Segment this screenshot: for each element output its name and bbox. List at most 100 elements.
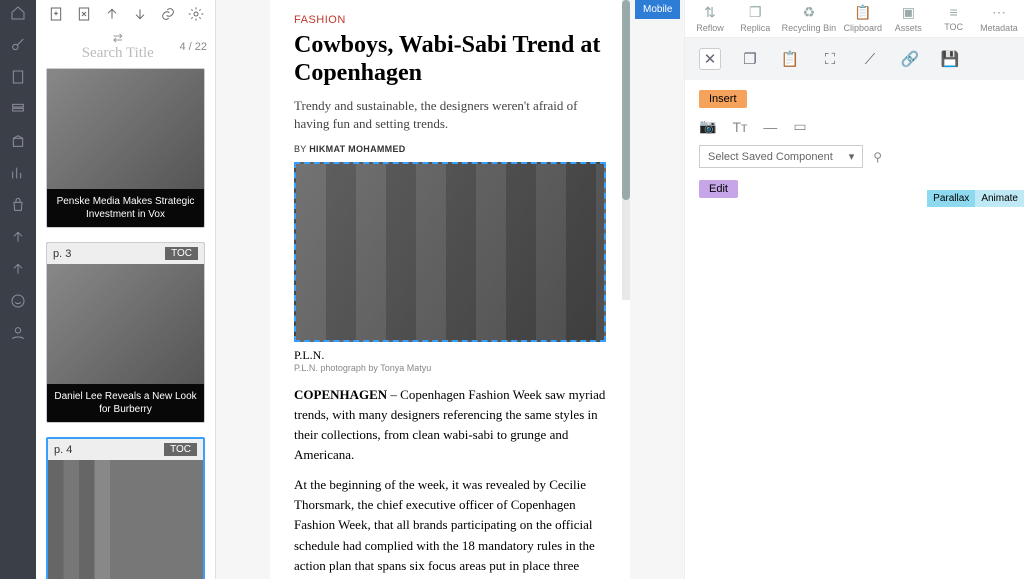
article-paragraph: COPENHAGEN – Copenhagen Fashion Week saw… bbox=[294, 385, 606, 466]
save-icon[interactable]: 💾 bbox=[939, 48, 961, 70]
thumbnail-card[interactable]: Penske Media Makes Strategic Investment … bbox=[46, 68, 205, 228]
byline-prefix: BY bbox=[294, 144, 309, 154]
article-hero-image[interactable] bbox=[294, 162, 606, 342]
delete-icon[interactable]: ✕ bbox=[699, 48, 721, 70]
divider-icon[interactable]: — bbox=[763, 119, 777, 135]
doc-icon[interactable] bbox=[9, 68, 27, 86]
link2-icon[interactable]: 🔗 bbox=[899, 48, 921, 70]
tool-label: Replica bbox=[740, 23, 770, 33]
replica-icon: ❐ bbox=[749, 4, 762, 21]
component-select[interactable]: Select Saved Component ▾ bbox=[699, 145, 863, 168]
copy-icon[interactable]: ❐ bbox=[739, 48, 761, 70]
article-paragraph: At the beginning of the week, it was rev… bbox=[294, 475, 606, 579]
select-icon[interactable]: ⛶ bbox=[819, 48, 841, 70]
clipboard-icon: 📋 bbox=[854, 4, 871, 21]
parallax-tab[interactable]: Parallax bbox=[927, 190, 975, 207]
article-preview-area: FASHION Cowboys, Wabi-Sabi Trend at Cope… bbox=[216, 0, 684, 579]
trash-icon: ♻ bbox=[803, 4, 816, 21]
search-row: ⇄ Search Title 4 / 22 bbox=[36, 31, 215, 68]
thumbnail-list[interactable]: Penske Media Makes Strategic Investment … bbox=[36, 68, 215, 579]
home-icon[interactable] bbox=[9, 4, 27, 22]
tool-label: Clipboard bbox=[843, 23, 882, 33]
tool-recycling[interactable]: ♻ Recycling Bin bbox=[782, 4, 837, 33]
upload2-icon[interactable] bbox=[9, 260, 27, 278]
insert-options: 📷 Tᴛ — ▭ bbox=[699, 118, 1010, 135]
key-icon[interactable] bbox=[9, 36, 27, 54]
tool-replica[interactable]: ❐ Replica bbox=[736, 4, 774, 33]
edit-chip[interactable]: Edit bbox=[699, 180, 738, 198]
scrollbar-thumb[interactable] bbox=[622, 0, 630, 200]
emoji-icon[interactable] bbox=[9, 292, 27, 310]
rect-icon[interactable]: ▭ bbox=[793, 118, 806, 135]
thumbnail-image bbox=[47, 69, 204, 189]
page-num: p. 3 bbox=[53, 248, 71, 260]
assets-icon: ▣ bbox=[902, 4, 915, 21]
tool-clipboard[interactable]: 📋 Clipboard bbox=[843, 4, 882, 33]
text-icon[interactable]: Tᴛ bbox=[732, 119, 747, 135]
thumbnail-card[interactable]: p. 3 TOC Daniel Lee Reveals a New Look f… bbox=[46, 242, 205, 423]
thumbnail-bar: p. 4 TOC bbox=[48, 439, 203, 460]
bag-icon[interactable] bbox=[9, 196, 27, 214]
camera-icon[interactable]: 📷 bbox=[699, 118, 716, 135]
article-kicker: FASHION bbox=[294, 14, 606, 26]
search-title-input[interactable]: Search Title bbox=[82, 45, 154, 61]
page-counter: 4 / 22 bbox=[179, 41, 207, 53]
chevron-down-icon: ▾ bbox=[849, 150, 855, 163]
toc-chip[interactable]: TOC bbox=[165, 247, 198, 260]
component-select-row: Select Saved Component ▾ ⚲ bbox=[699, 145, 1010, 168]
upload-icon[interactable] bbox=[9, 228, 27, 246]
article-headline: Cowboys, Wabi-Sabi Trend at Copenhagen bbox=[294, 32, 606, 87]
tool-reflow[interactable]: ⇅ Reflow bbox=[691, 4, 729, 33]
move-up-icon[interactable] bbox=[104, 6, 120, 25]
tool-metadata[interactable]: ⋯ Metadata bbox=[980, 4, 1018, 33]
image-credit: P.L.N. photograph by Tonya Matyu bbox=[294, 363, 606, 373]
box-icon[interactable] bbox=[9, 132, 27, 150]
thumbnail-bar: p. 3 TOC bbox=[47, 243, 204, 264]
filter-icon[interactable]: ⚲ bbox=[873, 150, 882, 164]
scrollbar-track[interactable] bbox=[622, 0, 630, 300]
page-num: p. 4 bbox=[54, 444, 72, 456]
stack-icon[interactable] bbox=[9, 100, 27, 118]
dateline: COPENHAGEN bbox=[294, 387, 387, 402]
top-tools-row: ⇅ Reflow ❐ Replica ♻ Recycling Bin 📋 Clipboa… bbox=[685, 0, 1024, 38]
user-icon[interactable] bbox=[9, 324, 27, 342]
tool-label: Assets bbox=[895, 23, 922, 33]
move-down-icon[interactable] bbox=[132, 6, 148, 25]
metadata-icon: ⋯ bbox=[992, 4, 1006, 21]
thumbs-toolbar bbox=[36, 0, 215, 31]
properties-panel: Mobile ⇅Reflow ❐Replica ♻Recycling Bin 📋… bbox=[684, 0, 1024, 579]
thumbnail-caption: Daniel Lee Reveals a New Look for Burber… bbox=[47, 384, 204, 422]
tool-assets[interactable]: ▣ Assets bbox=[889, 4, 927, 33]
thumbnail-image bbox=[47, 264, 204, 384]
toc-chip[interactable]: TOC bbox=[164, 443, 197, 456]
chart-icon[interactable] bbox=[9, 164, 27, 182]
select-label: Select Saved Component bbox=[708, 151, 833, 163]
tool-label: Metadata bbox=[980, 23, 1018, 33]
parallax-animate-toggle[interactable]: Parallax Animate bbox=[927, 190, 1024, 207]
paste-icon[interactable]: 📋 bbox=[779, 48, 801, 70]
tool-label: Recycling Bin bbox=[782, 23, 837, 33]
thumbnail-card-active[interactable]: p. 4 TOC bbox=[46, 437, 205, 579]
tool-label: TOC bbox=[944, 22, 963, 32]
tool-toc[interactable]: ≡ TOC bbox=[935, 4, 973, 33]
link-icon[interactable] bbox=[160, 6, 176, 25]
byline-author: HIKMAT MOHAMMED bbox=[309, 144, 405, 154]
toc-icon: ≡ bbox=[950, 4, 958, 20]
reflow-icon: ⇅ bbox=[704, 4, 716, 21]
thumbnail-image bbox=[48, 460, 203, 579]
new-page-icon[interactable] bbox=[48, 6, 64, 25]
article-byline: BY HIKMAT MOHAMMED bbox=[294, 144, 606, 154]
hide-icon[interactable]: ⟋ bbox=[859, 48, 881, 70]
mobile-tab[interactable]: Mobile bbox=[635, 0, 680, 19]
insert-chip[interactable]: Insert bbox=[699, 90, 747, 108]
left-nav-rail bbox=[0, 0, 36, 579]
thumbnail-caption: Penske Media Makes Strategic Investment … bbox=[47, 189, 204, 227]
article-deck: Trendy and sustainable, the designers we… bbox=[294, 97, 606, 133]
article-preview[interactable]: FASHION Cowboys, Wabi-Sabi Trend at Cope… bbox=[270, 0, 630, 579]
image-label: P.L.N. bbox=[294, 348, 606, 363]
animate-tab[interactable]: Animate bbox=[975, 190, 1024, 207]
delete-page-icon[interactable] bbox=[76, 6, 92, 25]
tool-label: Reflow bbox=[696, 23, 724, 33]
settings-icon[interactable] bbox=[188, 6, 204, 25]
page-thumbnails-panel: ⇄ Search Title 4 / 22 Penske Media Makes… bbox=[36, 0, 216, 579]
